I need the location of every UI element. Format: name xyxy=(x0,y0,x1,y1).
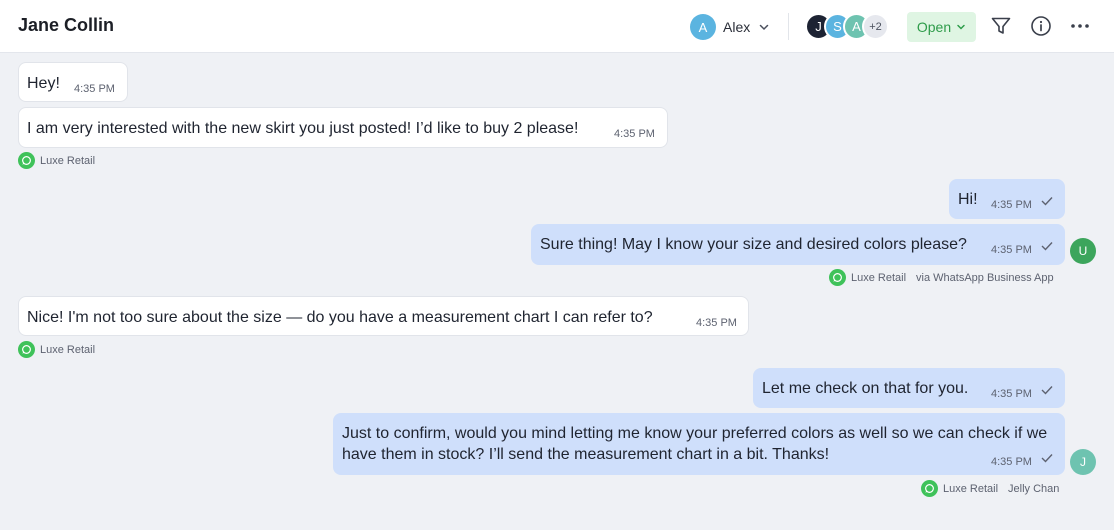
message-text: Sure thing! May I know your size and des… xyxy=(540,236,967,253)
conversation-header: Jane Collin A Alex J S A +2 Open xyxy=(0,0,1114,53)
header-divider xyxy=(788,13,789,40)
channel-name: Luxe Retail xyxy=(851,271,907,284)
sent-via-label: via WhatsApp Business App xyxy=(916,271,1054,284)
message-text: Nice! I'm not too sure about the size — … xyxy=(27,309,653,326)
channel-label: Luxe Retail via WhatsApp Business App xyxy=(829,269,1054,286)
whatsapp-icon xyxy=(829,269,846,286)
outgoing-message: Just to confirm, would you mind letting … xyxy=(333,413,1065,475)
whatsapp-icon xyxy=(18,152,35,169)
message-time: 4:35 PM xyxy=(991,199,1032,211)
filter-icon[interactable] xyxy=(990,15,1012,37)
whatsapp-icon xyxy=(921,480,938,497)
message-text: Hey! xyxy=(27,75,60,92)
collaborators-more-badge: +2 xyxy=(862,13,889,40)
check-icon xyxy=(1041,197,1053,206)
message-time: 4:35 PM xyxy=(74,83,115,95)
message-text: I am very interested with the new skirt … xyxy=(27,120,579,137)
channel-label: Luxe Retail Jelly Chan xyxy=(921,480,1059,497)
message-time: 4:35 PM xyxy=(614,128,655,140)
more-options-icon[interactable] xyxy=(1069,15,1091,37)
outgoing-message: Let me check on that for you. 4:35 PM xyxy=(753,368,1065,408)
agent-avatar: U xyxy=(1070,238,1096,264)
message-text: Just to confirm, would you mind letting … xyxy=(342,425,1048,463)
status-label: Open xyxy=(916,19,952,35)
outgoing-message: Sure thing! May I know your size and des… xyxy=(531,224,1065,265)
info-icon[interactable] xyxy=(1030,15,1052,37)
assignee-avatar: A xyxy=(690,14,716,40)
channel-name: Luxe Retail xyxy=(40,154,96,167)
assignee-dropdown[interactable]: A Alex xyxy=(690,14,770,40)
sender-name: Jelly Chan xyxy=(1008,482,1060,495)
incoming-message: Nice! I'm not too sure about the size — … xyxy=(18,296,749,336)
agent-avatar: J xyxy=(1070,449,1096,475)
check-icon xyxy=(1041,386,1053,395)
incoming-message: Hey! 4:35 PM xyxy=(18,62,128,102)
check-icon xyxy=(1041,242,1053,251)
message-time: 4:35 PM xyxy=(991,244,1032,256)
message-time: 4:35 PM xyxy=(991,456,1032,468)
incoming-message: I am very interested with the new skirt … xyxy=(18,107,668,148)
message-time: 4:35 PM xyxy=(696,317,737,329)
whatsapp-icon xyxy=(18,341,35,358)
channel-name: Luxe Retail xyxy=(40,343,96,356)
chevron-down-icon xyxy=(957,24,965,30)
collaborators-group[interactable]: J S A +2 xyxy=(805,13,889,40)
check-icon xyxy=(1041,454,1053,463)
contact-name: Jane Collin xyxy=(18,15,115,35)
chevron-down-icon xyxy=(758,21,770,33)
outgoing-message: Hi! 4:35 PM xyxy=(949,179,1065,219)
status-dropdown-button[interactable]: Open xyxy=(907,12,976,42)
message-time: 4:35 PM xyxy=(991,388,1032,400)
channel-label: Luxe Retail xyxy=(18,152,95,169)
message-text: Hi! xyxy=(958,191,978,208)
channel-label: Luxe Retail xyxy=(18,341,95,358)
message-text: Let me check on that for you. xyxy=(762,380,969,397)
channel-name: Luxe Retail xyxy=(943,482,999,495)
assignee-name: Alex xyxy=(723,19,751,35)
